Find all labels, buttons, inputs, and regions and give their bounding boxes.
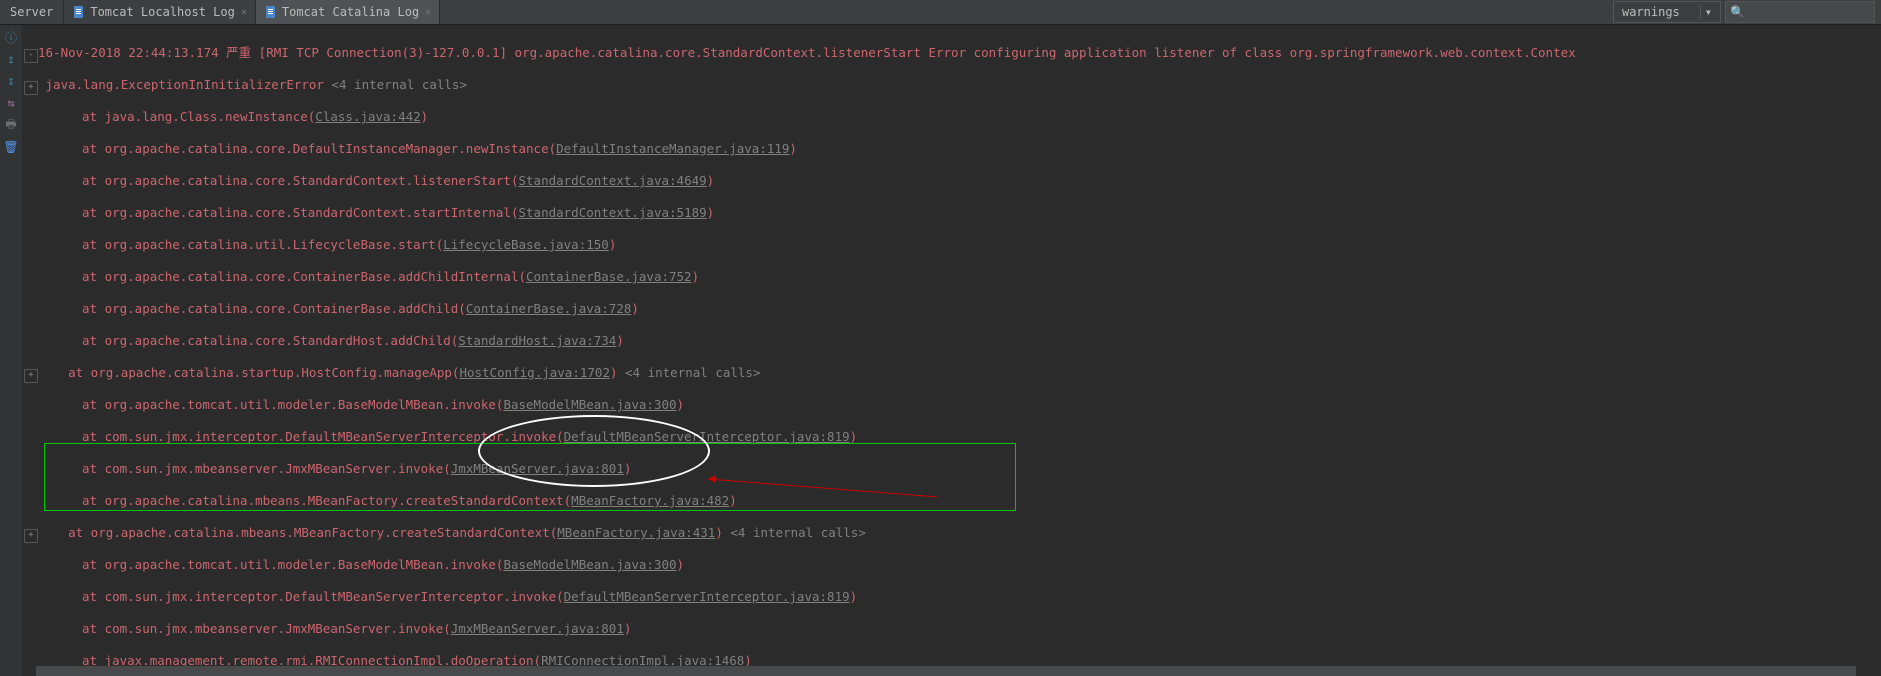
- log-line: at org.apache.catalina.startup.HostConfi…: [68, 365, 459, 380]
- tab-server[interactable]: Server: [0, 0, 64, 24]
- file-icon: [72, 5, 86, 19]
- log-line: at org.apache.catalina.core.StandardCont…: [82, 205, 519, 220]
- source-link[interactable]: BaseModelMBean.java:300: [503, 397, 676, 412]
- log-line: 16-Nov-2018 22:44:13.174 严重 [RMI TCP Con…: [38, 45, 1576, 60]
- log-line: ): [609, 237, 617, 252]
- close-icon[interactable]: ✕: [241, 7, 247, 18]
- log-line: ): [677, 557, 685, 572]
- log-line: ): [707, 173, 715, 188]
- source-link[interactable]: ContainerBase.java:752: [526, 269, 692, 284]
- tab-label: Server: [10, 5, 53, 19]
- source-link[interactable]: JmxMBeanServer.java:801: [451, 621, 624, 636]
- source-link[interactable]: Class.java:442: [315, 109, 420, 124]
- source-link[interactable]: MBeanFactory.java:431: [557, 525, 715, 540]
- source-link[interactable]: MBeanFactory.java:482: [571, 493, 729, 508]
- log-output[interactable]: -16-Nov-2018 22:44:13.174 严重 [RMI TCP Co…: [22, 25, 1881, 676]
- log-line: at org.apache.tomcat.util.modeler.BaseMo…: [82, 397, 503, 412]
- scroll-up-icon[interactable]: ↥: [3, 51, 19, 67]
- source-link[interactable]: StandardContext.java:4649: [519, 173, 707, 188]
- file-icon: [264, 5, 278, 19]
- source-link[interactable]: HostConfig.java:1702: [459, 365, 610, 380]
- log-line: ): [624, 461, 632, 476]
- log-line: ): [624, 621, 632, 636]
- fold-icon[interactable]: +: [24, 529, 38, 543]
- fold-icon[interactable]: -: [24, 49, 38, 63]
- log-line: at org.apache.catalina.core.ContainerBas…: [82, 301, 466, 316]
- source-link[interactable]: StandardHost.java:734: [458, 333, 616, 348]
- info-icon[interactable]: ⓘ: [3, 29, 19, 45]
- log-line: ): [850, 589, 858, 604]
- log-line: ): [707, 205, 715, 220]
- log-line: at org.apache.catalina.core.StandardCont…: [82, 173, 519, 188]
- log-line: java.lang.ExceptionInInitializerError: [38, 77, 324, 92]
- fold-icon[interactable]: +: [24, 81, 38, 95]
- log-line: <4 internal calls>: [618, 365, 761, 380]
- log-line: ): [692, 269, 700, 284]
- log-line: ): [677, 397, 685, 412]
- horizontal-scrollbar[interactable]: [22, 666, 1881, 676]
- tab-catalina-log[interactable]: Tomcat Catalina Log ✕: [256, 0, 440, 24]
- log-line: ): [616, 333, 624, 348]
- log-line: ): [789, 141, 797, 156]
- source-link[interactable]: BaseModelMBean.java:300: [503, 557, 676, 572]
- source-link[interactable]: StandardContext.java:5189: [519, 205, 707, 220]
- trash-icon[interactable]: 🗑: [3, 139, 19, 155]
- print-icon[interactable]: 🖶: [3, 117, 19, 133]
- log-line: ): [729, 493, 737, 508]
- filter-dropdown[interactable]: warnings ▾: [1613, 1, 1721, 23]
- tab-label: Tomcat Catalina Log: [282, 5, 419, 19]
- log-line: at com.sun.jmx.interceptor.DefaultMBeanS…: [82, 429, 564, 444]
- source-link[interactable]: ContainerBase.java:728: [466, 301, 632, 316]
- toolbar-right: warnings ▾ 🔍: [1613, 1, 1881, 23]
- log-tabs-bar: Server Tomcat Localhost Log ✕ Tomcat Cat…: [0, 0, 1881, 25]
- log-line: at com.sun.jmx.interceptor.DefaultMBeanS…: [82, 589, 564, 604]
- log-line: at org.apache.catalina.mbeans.MBeanFacto…: [82, 493, 571, 508]
- source-link[interactable]: DefaultMBeanServerInterceptor.java:819: [564, 429, 850, 444]
- log-line: ): [850, 429, 858, 444]
- log-line: at org.apache.catalina.core.ContainerBas…: [82, 269, 526, 284]
- log-line: at org.apache.catalina.util.LifecycleBas…: [82, 237, 443, 252]
- source-link[interactable]: LifecycleBase.java:150: [443, 237, 609, 252]
- source-link[interactable]: DefaultMBeanServerInterceptor.java:819: [564, 589, 850, 604]
- log-line: at com.sun.jmx.mbeanserver.JmxMBeanServe…: [82, 461, 451, 476]
- left-gutter: ⓘ ↥ ↧ ⇆ 🖶 🗑: [0, 25, 22, 676]
- close-icon[interactable]: ✕: [425, 7, 431, 18]
- log-line: ): [715, 525, 723, 540]
- tab-localhost-log[interactable]: Tomcat Localhost Log ✕: [64, 0, 256, 24]
- source-link[interactable]: DefaultInstanceManager.java:119: [556, 141, 789, 156]
- source-link[interactable]: JmxMBeanServer.java:801: [451, 461, 624, 476]
- log-line: at org.apache.tomcat.util.modeler.BaseMo…: [82, 557, 503, 572]
- log-line: <4 internal calls>: [324, 77, 467, 92]
- search-input[interactable]: 🔍: [1725, 1, 1875, 23]
- log-line: at com.sun.jmx.mbeanserver.JmxMBeanServe…: [82, 621, 451, 636]
- tab-label: Tomcat Localhost Log: [90, 5, 235, 19]
- log-line: <4 internal calls>: [723, 525, 866, 540]
- log-line: ): [631, 301, 639, 316]
- log-line: at org.apache.catalina.mbeans.MBeanFacto…: [68, 525, 557, 540]
- search-icon: 🔍: [1730, 5, 1745, 19]
- dropdown-label: warnings: [1618, 5, 1701, 19]
- log-line: ): [610, 365, 618, 380]
- log-line: ): [421, 109, 429, 124]
- scrollbar-thumb[interactable]: [36, 666, 1856, 676]
- fold-icon[interactable]: +: [24, 369, 38, 383]
- log-line: at java.lang.Class.newInstance(: [82, 109, 315, 124]
- chevron-down-icon: ▾: [1701, 5, 1716, 19]
- log-line: at org.apache.catalina.core.StandardHost…: [82, 333, 458, 348]
- wrap-icon[interactable]: ⇆: [3, 95, 19, 111]
- log-line: at org.apache.catalina.core.DefaultInsta…: [82, 141, 556, 156]
- scroll-down-icon[interactable]: ↧: [3, 73, 19, 89]
